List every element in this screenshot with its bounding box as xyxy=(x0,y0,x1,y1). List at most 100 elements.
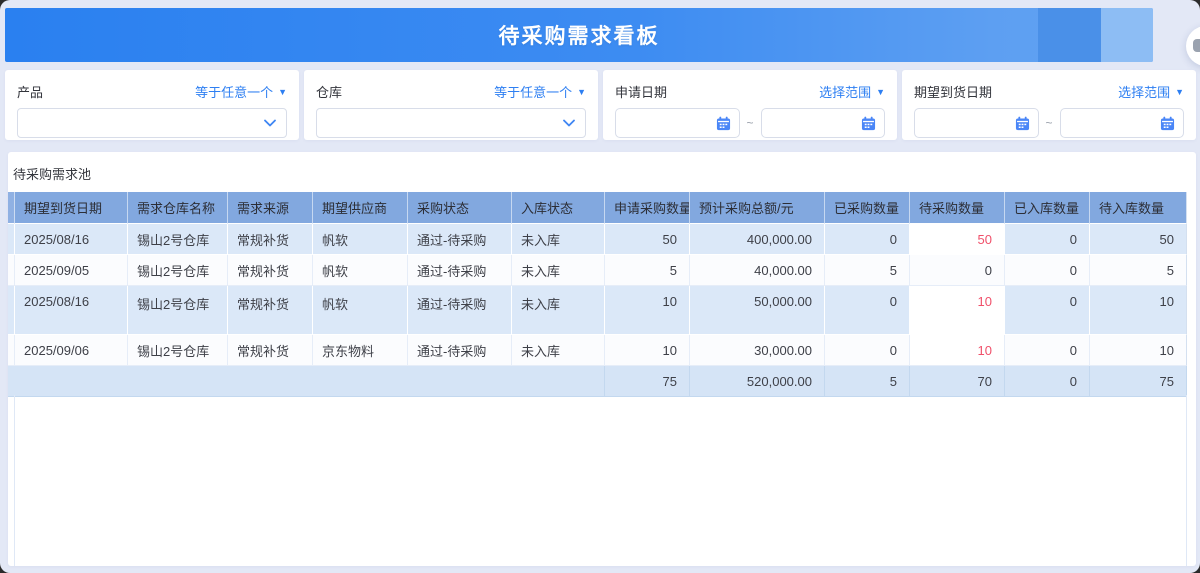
cell-inbound-status: 未入库 xyxy=(512,286,605,335)
filter-op-label: 选择范围 xyxy=(1118,84,1171,100)
table-row: 2025/09/06 锡山2号仓库 常规补货 京东物料 通过-待采购 未入库 1… xyxy=(8,335,1187,366)
dropdown-triangle-icon: ▼ xyxy=(278,87,287,97)
procurement-table: 期望到货日期 需求仓库名称 需求来源 期望供应商 采购状态 入库状态 申请采购数… xyxy=(8,192,1187,397)
cell-purchased-qty: 0 xyxy=(825,335,910,366)
col-header-purchase-status: 采购状态 xyxy=(408,192,512,224)
col-header-supplier: 期望供应商 xyxy=(313,192,408,224)
col-header-estimated-total: 预计采购总额/元 xyxy=(690,192,825,224)
col-header-warehouse: 需求仓库名称 xyxy=(128,192,228,224)
summary-row: 75 520,000.00 5 70 0 75 xyxy=(8,366,1187,397)
cell-warehouse: 锡山2号仓库 xyxy=(128,224,228,255)
cell-pending-qty-alert: 50 xyxy=(910,224,1005,255)
summary-purchased-qty: 5 xyxy=(825,366,910,397)
frozen-column-divider xyxy=(14,395,15,566)
cell-expected-date: 2025/08/16 xyxy=(15,286,128,335)
col-header-expected-date: 期望到货日期 xyxy=(15,192,128,224)
dropdown-triangle-icon: ▼ xyxy=(876,87,885,97)
col-header-source: 需求来源 xyxy=(228,192,313,224)
calendar-icon xyxy=(716,116,730,130)
cell-purchased-qty: 0 xyxy=(825,224,910,255)
cell-inbound-status: 未入库 xyxy=(512,255,605,286)
filter-op-dropdown-product[interactable]: 等于任意一个 ▼ xyxy=(195,82,287,101)
cell-estimated-total: 40,000.00 xyxy=(690,255,825,286)
col-header-pending-inbound-qty: 待入库数量 xyxy=(1090,192,1187,224)
cell-estimated-total: 50,000.00 xyxy=(690,286,825,335)
cell-pending-inbound-qty: 10 xyxy=(1090,335,1187,366)
page-title: 待采购需求看板 xyxy=(498,25,660,48)
filter-op-label: 选择范围 xyxy=(819,84,872,100)
cell-supplier: 帆软 xyxy=(313,286,408,335)
cell-supplier: 帆软 xyxy=(313,255,408,286)
filter-op-dropdown-warehouse[interactable]: 等于任意一个 ▼ xyxy=(494,82,586,101)
filter-op-label: 等于任意一个 xyxy=(494,84,573,100)
cell-warehouse: 锡山2号仓库 xyxy=(128,335,228,366)
cell-purchased-qty: 5 xyxy=(825,255,910,286)
cell-purchase-status: 通过-待采购 xyxy=(408,286,512,335)
calendar-icon xyxy=(1160,116,1175,130)
summary-pending-qty: 70 xyxy=(910,366,1005,397)
filter-op-label: 等于任意一个 xyxy=(195,84,274,100)
cell-purchased-qty: 0 xyxy=(825,286,910,335)
chevron-down-icon xyxy=(563,119,575,127)
dropdown-triangle-icon: ▼ xyxy=(577,87,586,97)
cell-inbound-qty: 0 xyxy=(1005,286,1090,335)
gutter-column xyxy=(8,192,15,224)
product-select-input[interactable] xyxy=(17,108,287,138)
cell-supplier: 京东物料 xyxy=(313,335,408,366)
col-header-inbound-qty: 已入库数量 xyxy=(1005,192,1090,224)
apply-date-end-input[interactable] xyxy=(760,108,886,138)
dropdown-triangle-icon: ▼ xyxy=(1175,87,1184,97)
filter-label-warehouse: 仓库 xyxy=(316,84,343,100)
banner: 待采购需求看板 xyxy=(5,8,1153,62)
cell-purchase-status: 通过-待采购 xyxy=(408,224,512,255)
cell-inbound-qty: 0 xyxy=(1005,255,1090,286)
cell-pending-inbound-qty: 10 xyxy=(1090,286,1187,335)
col-header-purchased-qty: 已采购数量 xyxy=(825,192,910,224)
filter-card-warehouse: 仓库 等于任意一个 ▼ xyxy=(304,70,598,140)
filter-card-expected-date: 期望到货日期 选择范围 ▼ ~ xyxy=(902,70,1196,140)
filter-op-dropdown-apply-date[interactable]: 选择范围 ▼ xyxy=(819,82,885,101)
cell-pending-qty: 0 xyxy=(910,255,1005,286)
cell-applied-qty: 5 xyxy=(605,255,690,286)
assistant-fab-button[interactable] xyxy=(1186,26,1200,66)
cell-pending-qty-alert: 10 xyxy=(910,335,1005,366)
cell-expected-date: 2025/09/05 xyxy=(15,255,128,286)
summary-inbound-qty: 0 xyxy=(1005,366,1090,397)
table-row: 2025/08/16 锡山2号仓库 常规补货 帆软 通过-待采购 未入库 50 … xyxy=(8,224,1187,255)
cell-applied-qty: 10 xyxy=(605,286,690,335)
cell-source: 常规补货 xyxy=(228,255,313,286)
cell-inbound-qty: 0 xyxy=(1005,335,1090,366)
date-range-separator: ~ xyxy=(1045,116,1053,130)
warehouse-select-input[interactable] xyxy=(316,108,586,138)
cell-source: 常规补货 xyxy=(228,224,313,255)
col-header-applied-qty: 申请采购数量 xyxy=(605,192,690,224)
filter-bar: 产品 等于任意一个 ▼ 仓库 等于任意一个 ▼ 申请日期 选择范围 ▼ ~ 期望… xyxy=(5,70,1196,140)
cell-source: 常规补货 xyxy=(228,286,313,335)
cell-purchase-status: 通过-待采购 xyxy=(408,255,512,286)
cell-estimated-total: 30,000.00 xyxy=(690,335,825,366)
cell-pending-qty-alert: 10 xyxy=(910,286,1005,335)
filter-card-product: 产品 等于任意一个 ▼ xyxy=(5,70,299,140)
expected-date-end-input[interactable] xyxy=(1059,108,1185,138)
cell-warehouse: 锡山2号仓库 xyxy=(128,286,228,335)
cell-expected-date: 2025/08/16 xyxy=(15,224,128,255)
apply-date-start-input[interactable] xyxy=(615,108,740,138)
cell-inbound-qty: 0 xyxy=(1005,224,1090,255)
cell-warehouse: 锡山2号仓库 xyxy=(128,255,228,286)
filter-op-dropdown-expected-date[interactable]: 选择范围 ▼ xyxy=(1118,82,1184,101)
table-row: 2025/08/16 锡山2号仓库 常规补货 帆软 通过-待采购 未入库 10 … xyxy=(8,286,1187,335)
cell-pending-inbound-qty: 5 xyxy=(1090,255,1187,286)
pending-procurement-panel: 待采购需求池 期望到货日期 需求仓库名称 需求来源 期望供应商 采购状态 入库状… xyxy=(8,152,1196,566)
cell-estimated-total: 400,000.00 xyxy=(690,224,825,255)
summary-empty-cell xyxy=(8,366,605,397)
expected-date-start-input[interactable] xyxy=(914,108,1039,138)
filter-label-apply-date: 申请日期 xyxy=(615,84,668,100)
col-header-pending-qty: 待采购数量 xyxy=(910,192,1005,224)
cell-expected-date: 2025/09/06 xyxy=(15,335,128,366)
filter-label-product: 产品 xyxy=(17,84,44,100)
table-row: 2025/09/05 锡山2号仓库 常规补货 帆软 通过-待采购 未入库 5 4… xyxy=(8,255,1187,286)
chevron-down-icon xyxy=(264,119,276,127)
cell-inbound-status: 未入库 xyxy=(512,224,605,255)
summary-pending-inbound-qty: 75 xyxy=(1090,366,1187,397)
cell-supplier: 帆软 xyxy=(313,224,408,255)
